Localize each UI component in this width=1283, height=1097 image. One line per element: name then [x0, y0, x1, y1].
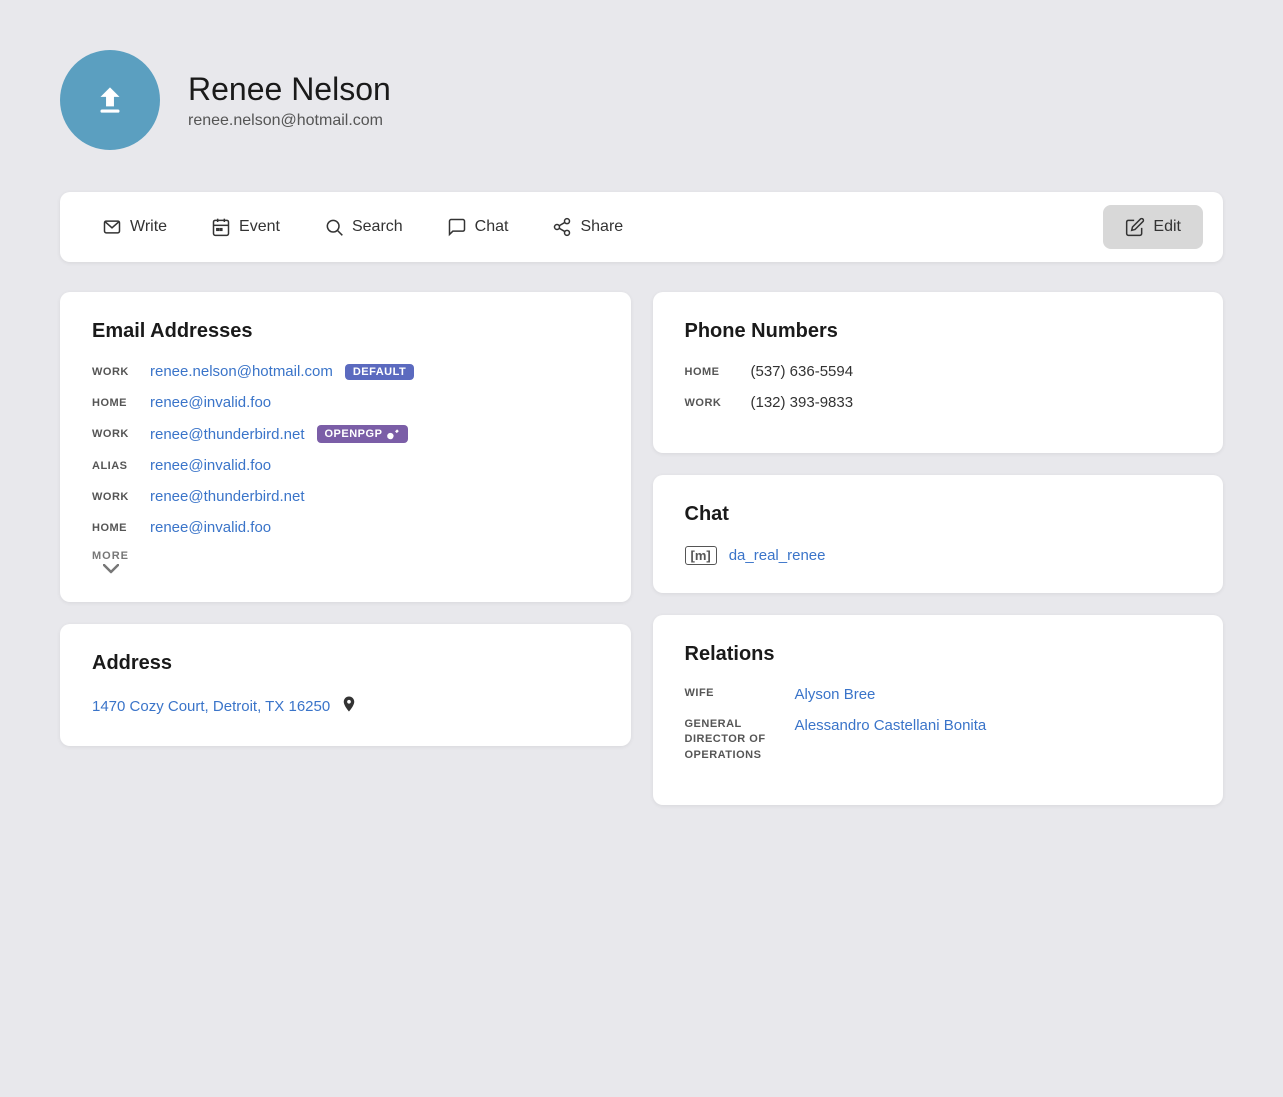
- email-row: HOME renee@invalid.foo: [92, 394, 599, 411]
- share-icon: [552, 217, 572, 237]
- email-row: WORK renee@thunderbird.net: [92, 488, 599, 505]
- location-icon: [340, 695, 358, 718]
- email-addresses-title: Email Addresses: [92, 320, 599, 343]
- email-label: HOME: [92, 522, 138, 534]
- profile-name: Renee Nelson: [188, 71, 391, 108]
- email-label: WORK: [92, 491, 138, 503]
- email-value[interactable]: renee@invalid.foo: [150, 457, 271, 474]
- phone-number: (537) 636-5594: [751, 363, 854, 380]
- email-value[interactable]: renee.nelson@hotmail.com: [150, 363, 333, 380]
- action-bar: Write Event Search Chat: [60, 192, 1223, 262]
- email-label: ALIAS: [92, 460, 138, 472]
- address-value[interactable]: 1470 Cozy Court, Detroit, TX 16250: [92, 698, 330, 715]
- write-button[interactable]: Write: [80, 199, 189, 255]
- phone-row: WORK (132) 393-9833: [685, 394, 1192, 411]
- upload-icon: [91, 81, 129, 119]
- edit-icon: [1125, 217, 1145, 237]
- phone-label: HOME: [685, 366, 731, 378]
- chat-title: Chat: [685, 503, 1192, 526]
- relation-row: GENERALDIRECTOR OFOPERATIONS Alessandro …: [685, 717, 1192, 763]
- profile-email: renee.nelson@hotmail.com: [188, 112, 391, 130]
- email-row: WORK renee@thunderbird.net OPENPGP: [92, 425, 599, 443]
- relation-name[interactable]: Alessandro Castellani Bonita: [795, 717, 987, 734]
- phone-row: HOME (537) 636-5594: [685, 363, 1192, 380]
- email-row: ALIAS renee@invalid.foo: [92, 457, 599, 474]
- share-button[interactable]: Share: [530, 199, 645, 255]
- email-value[interactable]: renee@thunderbird.net: [150, 488, 305, 505]
- openpgp-badge: OPENPGP: [317, 425, 409, 443]
- chat-icon: [447, 217, 467, 237]
- email-label: WORK: [92, 428, 138, 440]
- chevron-down-icon: [103, 564, 119, 574]
- left-column: Email Addresses WORK renee.nelson@hotmai…: [60, 292, 631, 805]
- default-badge: DEFAULT: [345, 364, 414, 380]
- email-label: WORK: [92, 366, 138, 378]
- event-icon: [211, 217, 231, 237]
- phone-numbers-card: Phone Numbers HOME (537) 636-5594 WORK (…: [653, 292, 1224, 453]
- email-value[interactable]: renee@thunderbird.net: [150, 426, 305, 443]
- relations-card: Relations WIFE Alyson Bree GENERALDIRECT…: [653, 615, 1224, 805]
- relation-type: WIFE: [685, 686, 775, 701]
- chat-button[interactable]: Chat: [425, 199, 531, 255]
- address-card: Address 1470 Cozy Court, Detroit, TX 162…: [60, 624, 631, 746]
- search-button[interactable]: Search: [302, 199, 425, 255]
- relation-row: WIFE Alyson Bree: [685, 686, 1192, 703]
- search-icon: [324, 217, 344, 237]
- email-label: HOME: [92, 397, 138, 409]
- email-value[interactable]: renee@invalid.foo: [150, 519, 271, 536]
- relation-name[interactable]: Alyson Bree: [795, 686, 876, 703]
- chat-row: [m] da_real_renee: [685, 546, 1192, 565]
- phone-label: WORK: [685, 397, 731, 409]
- content-grid: Email Addresses WORK renee.nelson@hotmai…: [60, 292, 1223, 805]
- email-value[interactable]: renee@invalid.foo: [150, 394, 271, 411]
- address-title: Address: [92, 652, 599, 675]
- edit-button[interactable]: Edit: [1103, 205, 1203, 249]
- phone-number: (132) 393-9833: [751, 394, 854, 411]
- email-addresses-card: Email Addresses WORK renee.nelson@hotmai…: [60, 292, 631, 602]
- profile-info: Renee Nelson renee.nelson@hotmail.com: [188, 71, 391, 130]
- right-column: Phone Numbers HOME (537) 636-5594 WORK (…: [653, 292, 1224, 805]
- more-button[interactable]: MORE: [92, 550, 129, 574]
- event-button[interactable]: Event: [189, 199, 302, 255]
- address-row: 1470 Cozy Court, Detroit, TX 16250: [92, 695, 599, 718]
- email-row: WORK renee.nelson@hotmail.com DEFAULT: [92, 363, 599, 380]
- avatar[interactable]: [60, 50, 160, 150]
- write-icon: [102, 217, 122, 237]
- email-row: HOME renee@invalid.foo: [92, 519, 599, 536]
- profile-header: Renee Nelson renee.nelson@hotmail.com: [60, 40, 1223, 160]
- relations-title: Relations: [685, 643, 1192, 666]
- phone-numbers-title: Phone Numbers: [685, 320, 1192, 343]
- chat-card: Chat [m] da_real_renee: [653, 475, 1224, 593]
- key-icon: [386, 427, 400, 441]
- chat-handle[interactable]: da_real_renee: [729, 547, 826, 564]
- matrix-badge: [m]: [685, 546, 717, 565]
- relation-type: GENERALDIRECTOR OFOPERATIONS: [685, 717, 775, 763]
